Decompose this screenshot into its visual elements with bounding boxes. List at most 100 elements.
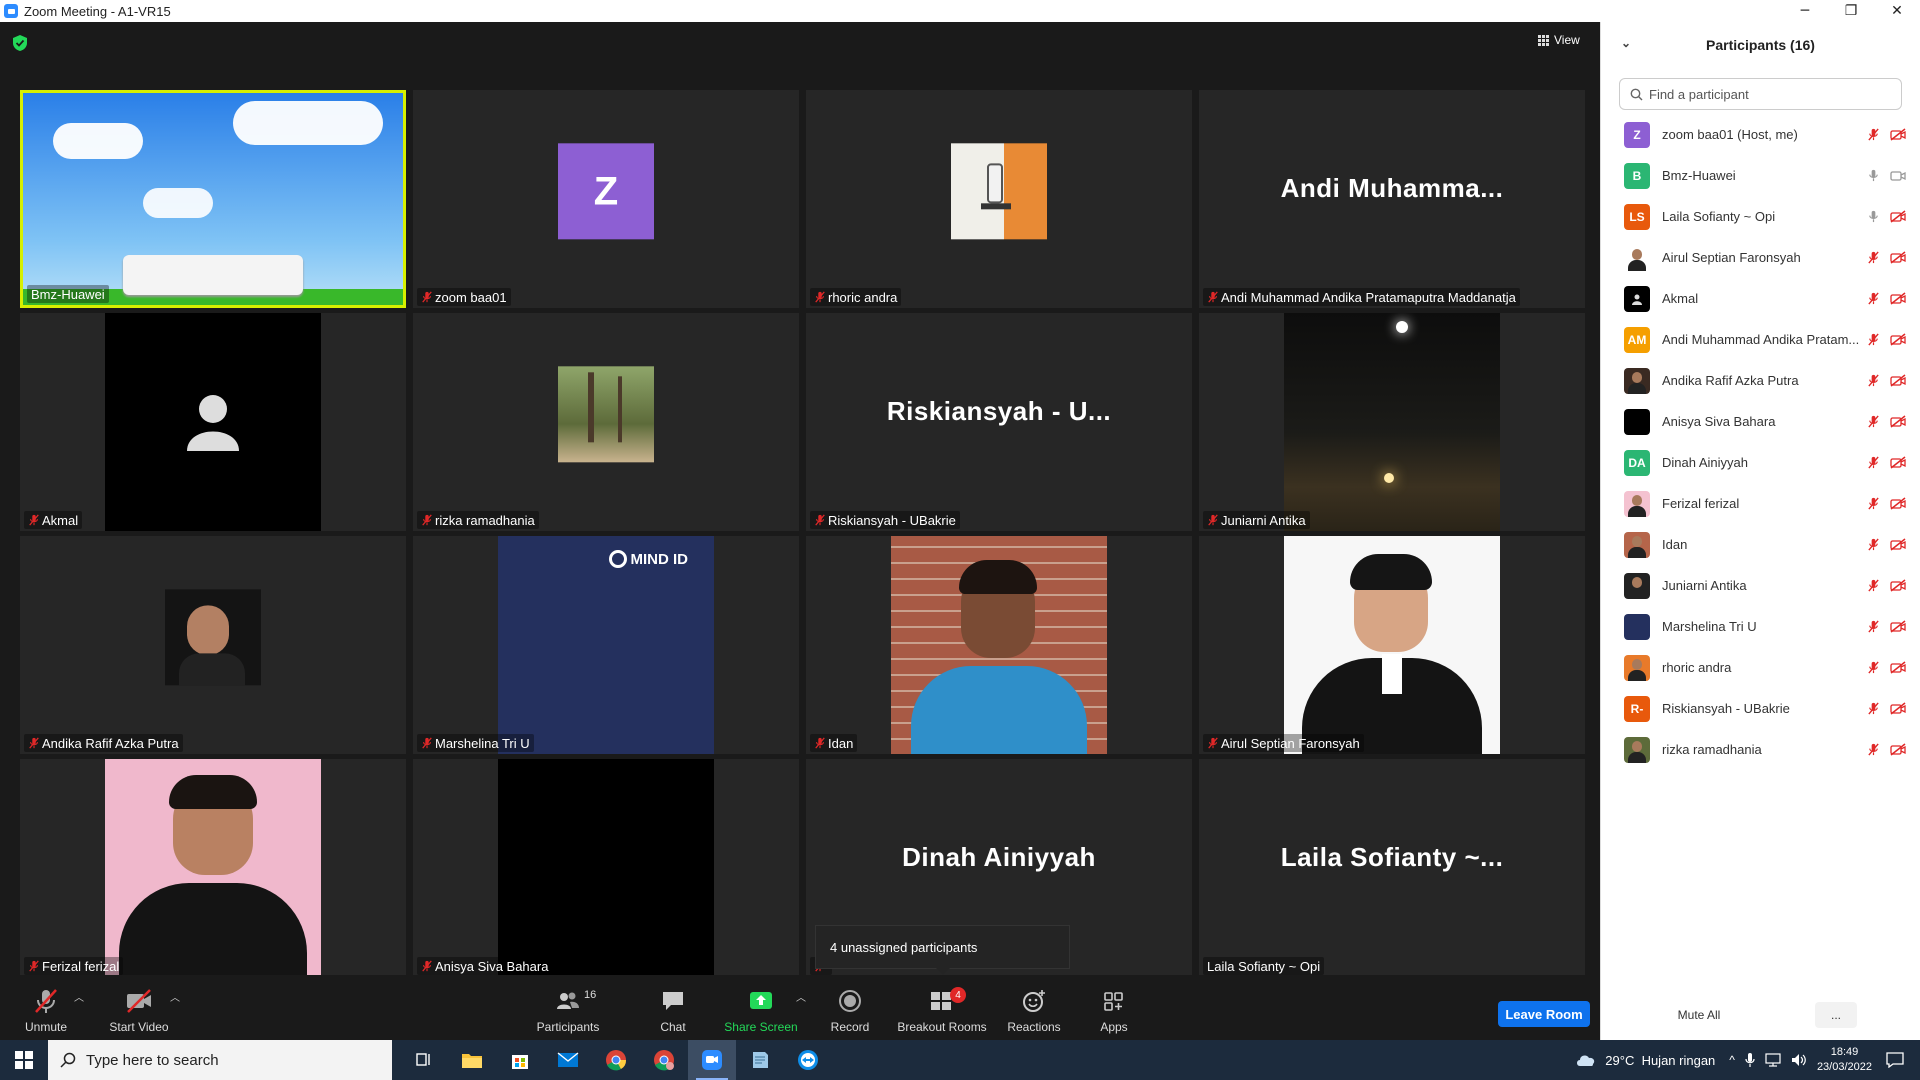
mic-muted-icon[interactable] (1867, 292, 1880, 305)
participant-row[interactable]: Ferizal ferizal (1601, 483, 1920, 524)
video-off-icon[interactable] (1890, 292, 1906, 305)
video-off-icon[interactable] (1890, 210, 1906, 223)
participant-row[interactable]: AM Andi Muhammad Andika Pratam... (1601, 319, 1920, 360)
taskbar-search-box[interactable]: Type here to search (48, 1040, 392, 1080)
microphone-icon[interactable] (1745, 1052, 1755, 1068)
mic-muted-icon[interactable] (1867, 415, 1880, 428)
video-tile[interactable]: Andi Muhamma... Andi Muhammad Andika Prat… (1199, 90, 1585, 308)
share-options-caret[interactable]: ︿ (796, 989, 806, 1004)
breakout-rooms-button[interactable]: 4 Breakout Rooms (896, 975, 988, 1040)
video-tile[interactable]: Idan (806, 536, 1192, 754)
video-tile[interactable]: rizka ramadhania (413, 313, 799, 531)
video-tile[interactable]: rhoric andra (806, 90, 1192, 308)
record-button[interactable]: Record (828, 975, 872, 1040)
video-tile[interactable]: Juniarni Antika (1199, 313, 1585, 531)
video-tile[interactable]: Akmal (20, 313, 406, 531)
video-tile[interactable]: Bmz-Huawei (20, 90, 406, 308)
video-off-icon[interactable] (1890, 333, 1906, 346)
chrome-profile-icon[interactable] (640, 1040, 688, 1080)
mic-icon[interactable] (1867, 210, 1880, 223)
minimize-button[interactable]: ─ (1782, 0, 1828, 22)
participant-row[interactable]: DA Dinah Ainiyyah (1601, 442, 1920, 483)
chat-button[interactable]: Chat (652, 975, 694, 1040)
video-off-icon[interactable] (1890, 251, 1906, 264)
participant-row[interactable]: Juniarni Antika (1601, 565, 1920, 606)
video-tile[interactable]: Laila Sofianty ~... Laila Sofianty ~ Opi (1199, 759, 1585, 977)
notes-app-icon[interactable] (736, 1040, 784, 1080)
participant-row[interactable]: Airul Septian Faronsyah (1601, 237, 1920, 278)
mic-muted-icon[interactable] (1867, 251, 1880, 264)
file-explorer-icon[interactable] (448, 1040, 496, 1080)
audio-options-caret[interactable]: ︿ (74, 989, 84, 1004)
zoom-taskbar-icon[interactable] (688, 1040, 736, 1080)
participant-row[interactable]: Akmal (1601, 278, 1920, 319)
participant-row[interactable]: Andika Rafif Azka Putra (1601, 360, 1920, 401)
participant-row[interactable]: R- Riskiansyah - UBakrie (1601, 688, 1920, 729)
restore-button[interactable]: ❐ (1828, 0, 1874, 22)
mic-muted-icon[interactable] (1867, 620, 1880, 633)
reactions-button[interactable]: Reactions (1006, 975, 1062, 1040)
video-tile[interactable]: Riskiansyah - U... Riskiansyah - UBakrie (806, 313, 1192, 531)
participant-row[interactable]: B Bmz-Huawei (1601, 155, 1920, 196)
close-button[interactable]: ✕ (1874, 0, 1920, 22)
video-off-icon[interactable] (1890, 128, 1906, 141)
unassigned-participants-popup[interactable]: 4 unassigned participants (815, 925, 1070, 975)
chrome-icon[interactable] (592, 1040, 640, 1080)
mic-muted-icon[interactable] (1867, 661, 1880, 674)
video-tile[interactable]: Andika Rafif Azka Putra (20, 536, 406, 754)
share-screen-button[interactable]: Share Screen (724, 975, 798, 1040)
video-off-icon[interactable] (1890, 497, 1906, 510)
video-tile[interactable]: MIND ID Marshelina Tri U (413, 536, 799, 754)
video-off-icon[interactable] (1890, 661, 1906, 674)
video-tile[interactable]: Anisya Siva Bahara (413, 759, 799, 977)
video-off-icon[interactable] (1890, 415, 1906, 428)
participant-row[interactable]: Anisya Siva Bahara (1601, 401, 1920, 442)
more-options-button[interactable]: ... (1815, 1002, 1857, 1028)
mic-muted-icon[interactable] (1867, 456, 1880, 469)
tray-overflow-caret[interactable]: ^ (1729, 1053, 1735, 1067)
mic-muted-icon[interactable] (1867, 538, 1880, 551)
video-icon[interactable] (1890, 169, 1906, 182)
video-tile[interactable]: Zzoom baa01 (413, 90, 799, 308)
participant-row[interactable]: Marshelina Tri U (1601, 606, 1920, 647)
mute-all-button[interactable]: Mute All (1665, 1002, 1733, 1028)
video-off-icon[interactable] (1890, 743, 1906, 756)
mic-icon[interactable] (1867, 169, 1880, 182)
mic-muted-icon[interactable] (1867, 374, 1880, 387)
video-off-icon[interactable] (1890, 620, 1906, 633)
mail-icon[interactable] (544, 1040, 592, 1080)
view-button[interactable]: View (1538, 30, 1580, 50)
task-view-icon[interactable] (400, 1040, 448, 1080)
video-tile[interactable]: Airul Septian Faronsyah (1199, 536, 1585, 754)
teamviewer-icon[interactable] (784, 1040, 832, 1080)
video-off-icon[interactable] (1890, 456, 1906, 469)
video-off-icon[interactable] (1890, 374, 1906, 387)
store-icon[interactable] (496, 1040, 544, 1080)
participant-row[interactable]: Zzoom baa01 (Host, me) (1601, 114, 1920, 155)
mic-muted-icon[interactable] (1867, 128, 1880, 141)
participant-row[interactable]: rizka ramadhania (1601, 729, 1920, 770)
mic-muted-icon[interactable] (1867, 497, 1880, 510)
shield-icon[interactable] (12, 34, 28, 52)
video-off-icon[interactable] (1890, 579, 1906, 592)
apps-button[interactable]: Apps (1098, 975, 1130, 1040)
leave-room-button[interactable]: Leave Room (1498, 1001, 1590, 1027)
clock[interactable]: 18:49 23/03/2022 (1817, 1045, 1872, 1075)
participants-button[interactable]: 16 Participants (534, 975, 602, 1040)
video-options-caret[interactable]: ︿ (170, 989, 180, 1004)
video-off-icon[interactable] (1890, 538, 1906, 551)
network-icon[interactable] (1765, 1053, 1781, 1067)
speaker-icon[interactable] (1791, 1053, 1807, 1067)
start-video-button[interactable]: Start Video (104, 975, 174, 1040)
mic-muted-icon[interactable] (1867, 743, 1880, 756)
chevron-down-icon[interactable]: ⌄ (1621, 36, 1631, 50)
participant-row[interactable]: LS Laila Sofianty ~ Opi (1601, 196, 1920, 237)
mic-muted-icon[interactable] (1867, 579, 1880, 592)
mic-muted-icon[interactable] (1867, 702, 1880, 715)
video-tile[interactable]: Ferizal ferizal (20, 759, 406, 977)
start-button[interactable] (0, 1040, 48, 1080)
unmute-button[interactable]: Unmute (18, 975, 74, 1040)
notifications-icon[interactable] (1886, 1052, 1904, 1068)
mic-muted-icon[interactable] (1867, 333, 1880, 346)
participant-row[interactable]: Idan (1601, 524, 1920, 565)
